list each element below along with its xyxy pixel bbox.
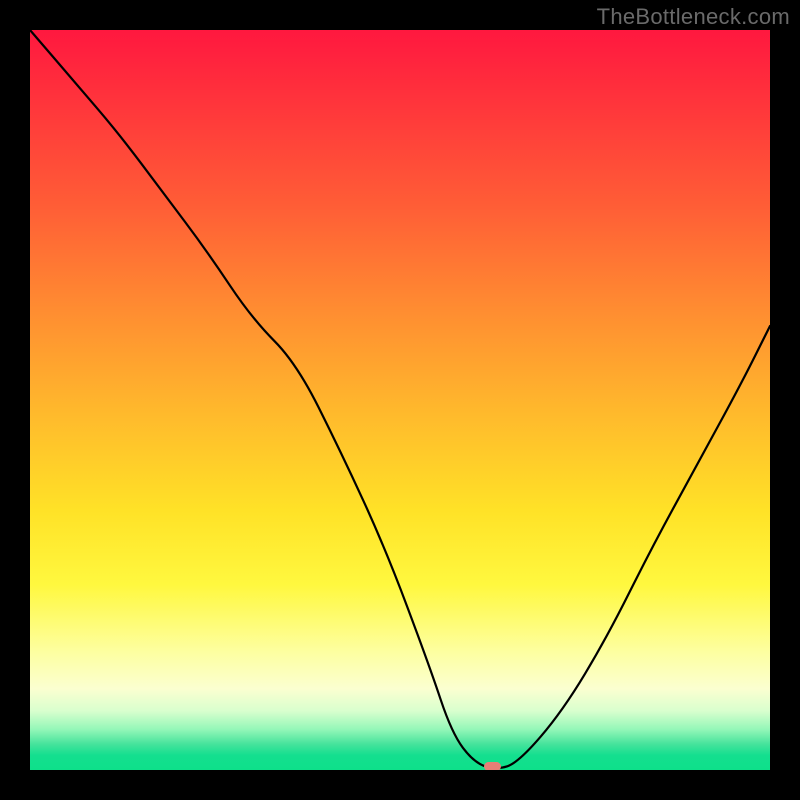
curve-svg bbox=[30, 30, 770, 770]
chart-container: TheBottleneck.com bbox=[0, 0, 800, 800]
bottleneck-curve bbox=[30, 30, 770, 768]
watermark-text: TheBottleneck.com bbox=[597, 4, 790, 30]
recommended-marker bbox=[484, 762, 500, 770]
plot-area bbox=[30, 30, 770, 770]
